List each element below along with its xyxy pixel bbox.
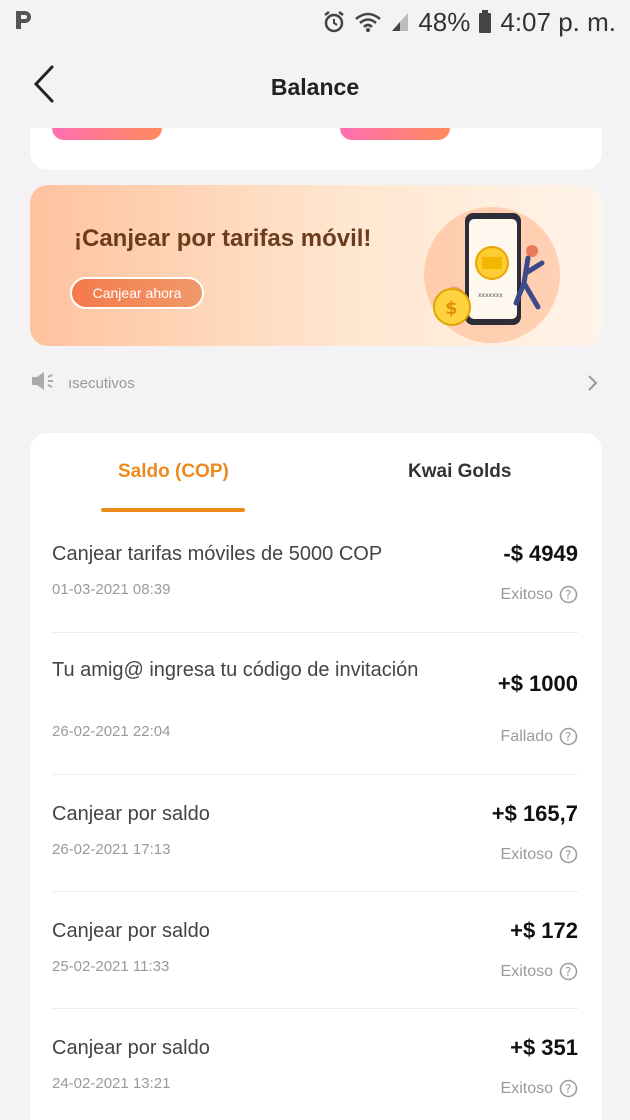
battery-level: 48% (418, 6, 471, 37)
announcement-text: ısecutivos (68, 374, 135, 392)
svg-text:?: ? (565, 848, 571, 862)
transaction-date: 01-03-2021 08:39 (52, 581, 171, 598)
transaction-amount: +$ 1000 (497, 671, 578, 696)
svg-text:?: ? (565, 965, 571, 979)
svg-text:xxxxxxx: xxxxxxx (478, 292, 503, 299)
svg-text:?: ? (565, 1082, 571, 1096)
transaction-amount: -$ 4949 (503, 541, 578, 566)
svg-text:$: $ (445, 298, 458, 319)
transaction-amount: +$ 351 (510, 1035, 578, 1060)
header: Balance (0, 44, 630, 130)
announcement-bar[interactable]: ısecutivos (30, 364, 600, 402)
tab-saldo[interactable]: Saldo (COP) (118, 461, 229, 483)
transaction-date: 25-02-2021 11:33 (52, 958, 170, 975)
transaction-title: Canjear por saldo (52, 1037, 210, 1059)
transaction-status: Exitoso ? (501, 962, 578, 981)
transaction-status: Exitoso ? (501, 585, 578, 604)
transaction-title: Canjear por saldo (52, 920, 210, 942)
status-label: Fallado (500, 727, 553, 745)
transaction-date: 24-02-2021 13:21 (52, 1075, 171, 1092)
help-icon[interactable]: ? (559, 727, 578, 746)
transaction-row[interactable]: Canjear por saldo 24-02-2021 13:21 +$ 35… (52, 1009, 578, 1119)
tabs: Saldo (COP) Kwai Golds (30, 433, 602, 512)
clock: 4:07 p. m. (500, 6, 616, 37)
phone-coin-illustration: xxxxxxx $ (420, 203, 580, 343)
status-label: Exitoso (500, 845, 553, 863)
help-icon[interactable]: ? (559, 585, 578, 604)
transaction-status: Exitoso ? (501, 1079, 578, 1098)
promo-title: ¡Canjear por tarifas móvil! (74, 225, 372, 252)
battery-icon (478, 10, 492, 34)
help-icon[interactable]: ? (559, 845, 578, 864)
transaction-status: Fallado ? (501, 727, 578, 746)
chevron-left-icon (32, 64, 56, 109)
back-button[interactable] (26, 64, 62, 108)
alarm-icon (322, 10, 346, 34)
speaker-icon (30, 371, 56, 396)
status-bar: 48% 4:07 p. m. (0, 0, 630, 44)
help-icon[interactable]: ? (559, 962, 578, 981)
wifi-icon (354, 11, 382, 33)
balance-card (30, 128, 602, 170)
transaction-row[interactable]: Canjear por saldo 25-02-2021 11:33 +$ 17… (52, 892, 578, 1009)
promo-banner[interactable]: ¡Canjear por tarifas móvil! Canjear ahor… (30, 185, 602, 346)
status-label: Exitoso (500, 585, 553, 603)
help-icon[interactable]: ? (559, 1079, 578, 1098)
transaction-title: Canjear tarifas móviles de 5000 COP (52, 543, 383, 565)
status-label: Exitoso (500, 1079, 553, 1097)
signal-icon (390, 11, 410, 33)
transaction-title: Canjear por saldo (52, 803, 210, 825)
transaction-row[interactable]: Canjear por saldo 26-02-2021 17:13 +$ 16… (52, 775, 578, 892)
status-label: Exitoso (500, 962, 553, 980)
tab-kwai-golds[interactable]: Kwai Golds (408, 461, 511, 483)
transaction-date: 26-02-2021 17:13 (52, 841, 171, 858)
svg-text:?: ? (565, 730, 571, 744)
tab-underline (101, 508, 245, 512)
action-button-left[interactable] (52, 128, 162, 140)
transaction-title: Tu amig@ ingresa tu código de invitación (52, 659, 419, 681)
action-button-right[interactable] (340, 128, 450, 140)
chevron-right-icon[interactable] (584, 373, 600, 393)
svg-text:?: ? (565, 588, 571, 602)
transaction-amount: +$ 165,7 (491, 801, 578, 826)
transaction-row[interactable]: Tu amig@ ingresa tu código de invitación… (52, 633, 578, 775)
redeem-now-button[interactable]: Canjear ahora (70, 277, 204, 309)
transaction-amount: +$ 172 (510, 918, 578, 943)
transactions-card: Saldo (COP) Kwai Golds Canjear tarifas m… (30, 433, 602, 1120)
transaction-status: Exitoso ? (501, 845, 578, 864)
page-title: Balance (270, 73, 360, 100)
transaction-list: Canjear tarifas móviles de 5000 COP 01-0… (52, 513, 578, 1119)
app-notification-icon (14, 9, 32, 36)
transaction-row[interactable]: Canjear tarifas móviles de 5000 COP 01-0… (52, 513, 578, 633)
transaction-date: 26-02-2021 22:04 (52, 723, 171, 740)
